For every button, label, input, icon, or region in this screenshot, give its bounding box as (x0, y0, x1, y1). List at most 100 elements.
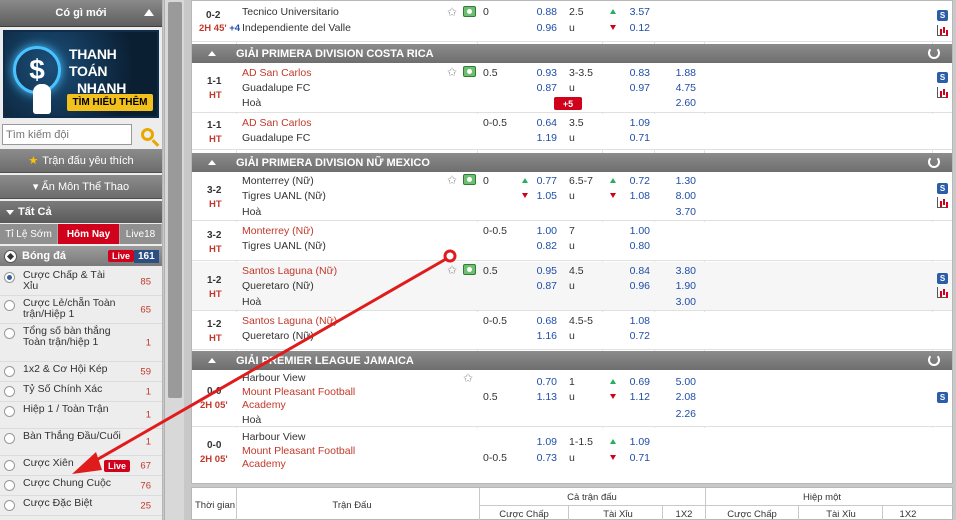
stats-s-icon[interactable]: S (937, 183, 948, 194)
odds-2[interactable]: 4.75 (658, 82, 696, 94)
favorite-star-icon[interactable]: ✩ (463, 371, 473, 385)
away-team[interactable]: Guadalupe FC (242, 82, 310, 94)
radio-icon[interactable] (4, 406, 15, 417)
under-odds[interactable]: 0.96 (612, 280, 650, 292)
menu-item-outright[interactable]: Cược Chung Cuộc 76 (0, 476, 162, 496)
search-button[interactable] (135, 124, 159, 145)
over-odds[interactable]: 1.00 (612, 225, 650, 237)
away-team[interactable]: Mount Pleasant Football (242, 386, 355, 398)
radio-icon[interactable] (4, 480, 15, 491)
under-odds[interactable]: 0.71 (612, 132, 650, 144)
over-odds[interactable]: 1.09 (612, 117, 650, 129)
handicap-odds-away[interactable]: 0.87 (519, 280, 557, 292)
favorite-star-icon[interactable]: ✩ (447, 173, 457, 187)
refresh-icon[interactable] (928, 47, 940, 59)
away-team-cont[interactable]: Academy (242, 399, 286, 411)
handicap-odds-home[interactable]: 0.68 (519, 315, 557, 327)
learn-more-button[interactable]: TÌM HIỂU THÊM (67, 94, 153, 111)
home-team[interactable]: Monterrey (Nữ) (242, 225, 314, 237)
over-odds[interactable]: 0.83 (612, 67, 650, 79)
menu-item-handicap-ou[interactable]: Cược Chấp & Tài Xỉu 85 (0, 268, 162, 296)
refresh-icon[interactable] (928, 354, 940, 366)
favorite-star-icon[interactable]: ✩ (447, 263, 457, 277)
scrollbar-thumb[interactable] (168, 2, 182, 398)
stats-s-icon[interactable]: S (937, 10, 948, 21)
tab-early[interactable]: Tỉ Lệ Sớm (0, 224, 58, 244)
home-team[interactable]: Santos Laguna (Nữ) (242, 265, 337, 277)
menu-item-total-goals[interactable]: Tổng số bàn thắng Toàn trận/hiệp 1 1 (0, 324, 162, 362)
under-odds[interactable]: 0.80 (612, 240, 650, 252)
collapse-up-icon[interactable] (144, 9, 154, 16)
under-odds[interactable]: 0.12 (612, 22, 650, 34)
tab-today[interactable]: Hôm Nay (58, 224, 120, 244)
over-odds[interactable]: 0.84 (612, 265, 650, 277)
live-tv-icon[interactable] (463, 174, 476, 185)
stats-s-icon[interactable]: S (937, 273, 948, 284)
menu-item-first-last-goal[interactable]: Bàn Thắng Đầu/Cuối 1 (0, 429, 162, 456)
handicap-odds-away[interactable]: 1.05 (519, 190, 557, 202)
chart-icon[interactable] (937, 25, 948, 36)
collapse-up-icon[interactable] (208, 358, 216, 363)
over-odds[interactable]: 3.57 (612, 6, 650, 18)
away-team[interactable]: Mount Pleasant Football (242, 445, 355, 457)
handicap-odds-away[interactable]: 0.73 (519, 452, 557, 464)
team-search-input[interactable] (2, 124, 132, 145)
chart-icon[interactable] (937, 287, 948, 298)
away-team[interactable]: Independiente del Valle (242, 22, 351, 34)
odds-1[interactable]: 1.88 (658, 67, 696, 79)
handicap-odds-away[interactable]: 0.96 (519, 22, 557, 34)
radio-icon[interactable] (4, 433, 15, 444)
handicap-odds-home[interactable]: 1.09 (519, 436, 557, 448)
home-team[interactable]: Harbour View (242, 372, 305, 384)
odds-2[interactable]: 2.08 (658, 391, 696, 403)
odds-2[interactable]: 1.90 (658, 280, 696, 292)
handicap-odds-away[interactable]: 1.13 (519, 391, 557, 403)
handicap-odds-home[interactable]: 0.95 (519, 265, 557, 277)
chart-icon[interactable] (937, 197, 948, 208)
menu-item-correct-score[interactable]: Tỷ Số Chính Xác 1 (0, 382, 162, 402)
home-team[interactable]: AD San Carlos (242, 117, 311, 129)
handicap-odds-home[interactable]: 0.93 (519, 67, 557, 79)
radio-icon[interactable] (4, 500, 15, 511)
collapse-up-icon[interactable] (208, 51, 216, 56)
favorite-star-icon[interactable]: ✩ (447, 65, 457, 79)
menu-item-odd-even[interactable]: Cược Lẻ/chẵn Toàn trận/Hiệp 1 65 (0, 296, 162, 324)
favorite-star-icon[interactable]: ✩ (447, 5, 457, 19)
home-team[interactable]: AD San Carlos (242, 67, 311, 79)
odds-x[interactable]: 3.00 (658, 296, 696, 308)
whats-new-header[interactable]: Có gì mới (0, 0, 162, 27)
odds-1[interactable]: 3.80 (658, 265, 696, 277)
all-sports-header[interactable]: Tất Cả (0, 201, 162, 223)
under-odds[interactable]: 0.71 (612, 452, 650, 464)
league-header[interactable]: GIẢI PREMIER LEAGUE JAMAICA (192, 351, 952, 370)
away-team-cont[interactable]: Academy (242, 458, 286, 470)
home-team[interactable]: Harbour View (242, 431, 305, 443)
home-team[interactable]: Monterrey (Nữ) (242, 175, 314, 187)
odds-2[interactable]: 8.00 (658, 190, 696, 202)
under-odds[interactable]: 1.12 (612, 391, 650, 403)
radio-selected-icon[interactable] (4, 272, 15, 283)
league-header[interactable]: GIẢI PRIMERA DIVISION COSTA RICA (192, 44, 952, 63)
handicap-odds-away[interactable]: 1.19 (519, 132, 557, 144)
hide-sports-toggle[interactable]: ▾ Ẩn Môn Thể Thao (0, 175, 162, 199)
radio-icon[interactable] (4, 300, 15, 311)
handicap-odds-away[interactable]: 1.16 (519, 330, 557, 342)
menu-item-specials[interactable]: Cược Đặc Biệt 25 (0, 496, 162, 516)
odds-1[interactable]: 5.00 (658, 376, 696, 388)
away-team[interactable]: Tigres UANL (Nữ) (242, 240, 326, 252)
refresh-icon[interactable] (928, 156, 940, 168)
away-team[interactable]: Queretaro (Nữ) (242, 330, 314, 342)
football-category[interactable]: Bóng đá Live 161 (0, 246, 162, 266)
live-tv-icon[interactable] (463, 6, 476, 17)
handicap-odds-home[interactable]: 1.00 (519, 225, 557, 237)
chart-icon[interactable] (937, 87, 948, 98)
menu-item-parlay[interactable]: Cược Xiên Live 67 (0, 456, 162, 476)
handicap-odds-away[interactable]: 0.82 (519, 240, 557, 252)
over-odds[interactable]: 0.69 (612, 376, 650, 388)
handicap-odds-home[interactable]: 0.77 (519, 175, 557, 187)
away-team[interactable]: Queretaro (Nữ) (242, 280, 314, 292)
live-tv-icon[interactable] (463, 264, 476, 275)
under-odds[interactable]: 0.72 (612, 330, 650, 342)
radio-icon[interactable] (4, 460, 15, 471)
odds-x[interactable]: 3.70 (658, 206, 696, 218)
